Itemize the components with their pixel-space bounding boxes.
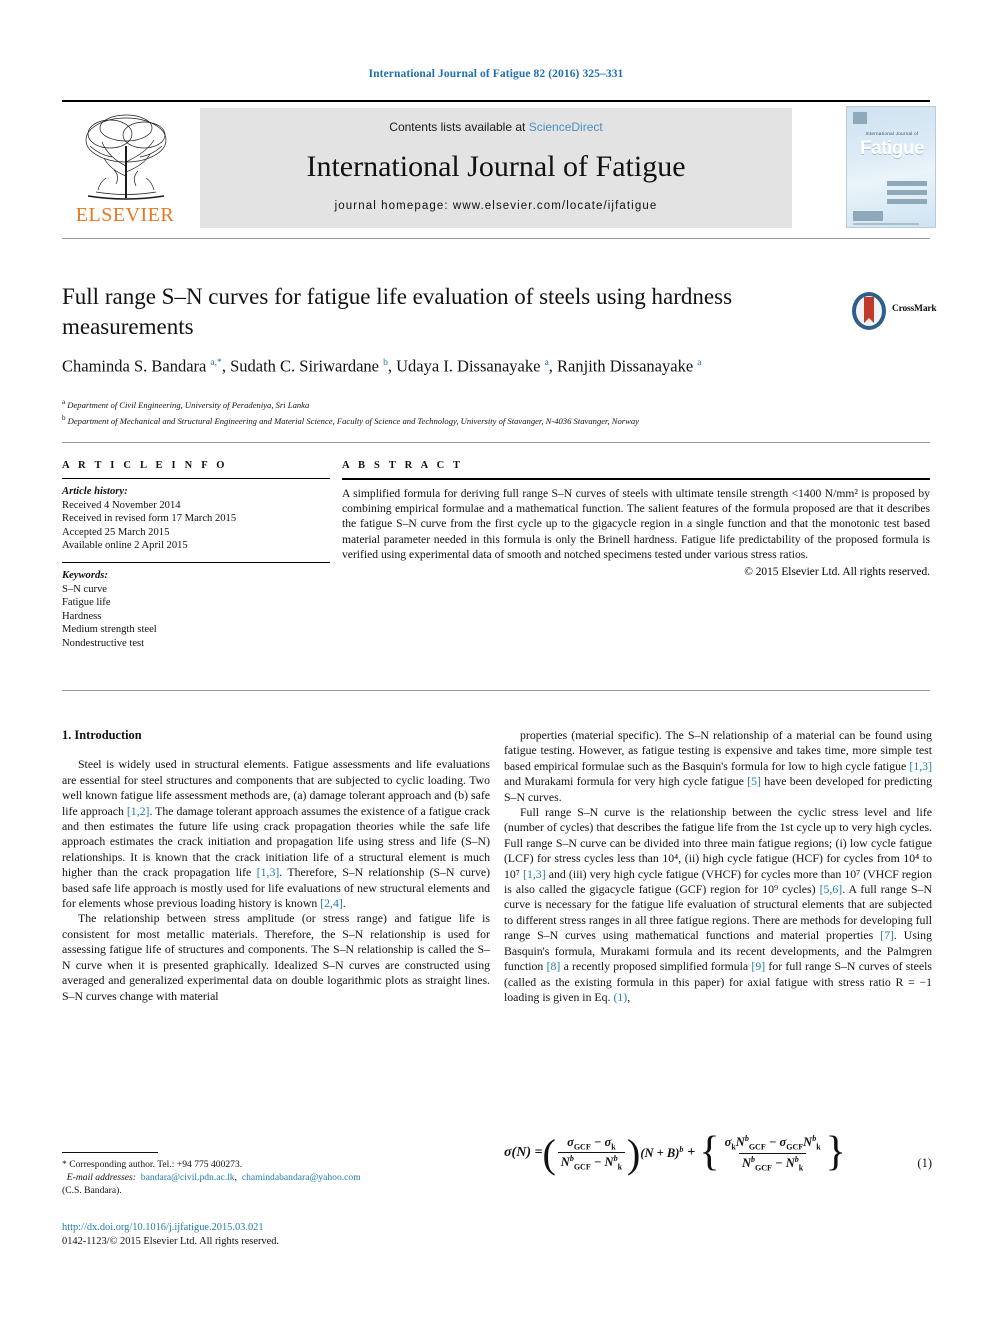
doi-link[interactable]: http://dx.doi.org/10.1016/j.ijfatigue.20… [62,1221,490,1235]
paragraph: Steel is widely used in structural eleme… [62,757,491,911]
fraction-2-numerator: σkNbGCF − σGCFNbk [724,1134,821,1152]
history-item: Received in revised form 17 March 2015 [62,513,237,525]
journal-cover-thumbnail: International Journal of Fatigue [846,106,936,228]
history-item: Received 4 November 2014 [62,499,181,511]
article-info-column: A R T I C L E I N F O Article history: R… [62,460,330,651]
crossmark-badge[interactable]: CrossMark [852,292,937,332]
cover-title: Fatigue [859,138,925,159]
body-column-right: properties (material specific). The S–N … [504,728,932,1005]
keyword-item: S–N curve [62,583,108,595]
body-column-left: 1. Introduction Steel is widely used in … [62,728,490,1004]
issn-copyright: 0142-1123/© 2015 Elsevier Ltd. All right… [62,1236,280,1247]
cover-publisher-mark-icon [853,112,867,124]
article-history-label: Article history: [62,486,128,497]
email-address-1[interactable]: bandara@civil.pdn.ac.lk [141,1172,235,1183]
keywords-block: Keywords: S–N curve Fatigue life Hardnes… [62,569,330,651]
journal-homepage[interactable]: journal homepage: www.elsevier.com/locat… [200,200,792,212]
body-top-rule [62,690,930,691]
cover-footer-logo-icon [853,211,883,221]
journal-masthead: ELSEVIER Contents lists available at Sci… [62,106,936,230]
corresponding-author-note: * Corresponding author. Tel.: +94 775 40… [62,1159,243,1170]
sciencedirect-link[interactable]: ScienceDirect [529,120,603,134]
header-rule [62,100,930,102]
fraction-1-numerator: σGCF − σk [567,1134,616,1152]
paragraph: Full range S–N curve is the relationship… [504,805,933,1004]
footnote-block: * Corresponding author. Tel.: +94 775 40… [62,1158,490,1198]
article-info-heading: A R T I C L E I N F O [62,460,228,471]
equation-plus: + [687,1145,696,1161]
email-owner: (C.S. Bandara). [62,1185,122,1197]
paren-close: ) [627,1130,641,1176]
cover-subtitle: International Journal of [865,131,919,136]
equation-lhs: σ(N) = [504,1145,543,1161]
keyword-item: Hardness [62,610,102,622]
abstract-rule [342,478,930,480]
section-heading-introduction: 1. Introduction [62,728,142,742]
crossmark-ring-icon [852,292,886,330]
cover-bar-1 [887,181,927,186]
fraction-1: σGCF − σk NbGCF − Nbk [556,1135,627,1172]
elsevier-wordmark: ELSEVIER [75,204,175,226]
keyword-item: Nondestructive test [62,637,145,649]
abstract-heading: A B S T R A C T [342,460,464,471]
abstract-copyright: © 2015 Elsevier Ltd. All rights reserved… [744,566,930,579]
elsevier-tree-icon [85,114,167,200]
paragraph: The relationship between stress amplitud… [62,911,490,1003]
paragraph: properties (material specific). The S–N … [504,728,932,804]
history-item: Accepted 25 March 2015 [62,526,170,538]
cover-footer-line [853,223,919,225]
contents-prefix: Contents lists available at [389,120,529,134]
footnote-rule [62,1152,158,1153]
crossmark-ribbon-icon [864,297,874,323]
keyword-item: Medium strength steel [62,624,157,636]
email-label: E-mail addresses: [66,1172,136,1184]
fraction-1-denominator: NbGCF − Nbk [557,1152,626,1172]
article-history: Article history: Received 4 November 201… [62,485,330,553]
paper-page: International Journal of Fatigue 82 (201… [0,0,992,1323]
cover-bar-2 [887,190,927,195]
masthead-banner: Contents lists available at ScienceDirec… [200,108,792,228]
brace-close: } [825,1129,846,1176]
info-top-rule [62,442,930,443]
fraction-2-denominator: NbGCF − Nbk [739,1152,807,1172]
keywords-label: Keywords: [62,569,108,581]
paren-open: ( [542,1130,556,1176]
keywords-rule [62,561,330,563]
affiliations: a Department of Civil Engineering, Unive… [62,396,930,428]
affiliation-b: b Department of Mechanical and Structura… [62,413,639,426]
running-head: International Journal of Fatigue 82 (201… [368,68,624,80]
equation-expression: σ(N) = ( σGCF − σk NbGCF − Nbk ) (N + B)… [504,1129,932,1176]
cover-bar-3 [887,199,927,204]
equation-1: σ(N) = ( σGCF − σk NbGCF − Nbk ) (N + B)… [504,1129,932,1176]
elsevier-logo: ELSEVIER [62,106,190,230]
email-address-2[interactable]: chamindabandara@yahoo.com [242,1172,361,1183]
affiliation-a: a Department of Civil Engineering, Unive… [62,398,310,410]
history-item: Available online 2 April 2015 [62,540,188,552]
journal-title: International Journal of Fatigue [306,150,686,183]
author-list: Chaminda S. Bandara a,*, Sudath C. Siriw… [62,356,702,376]
masthead-bottom-rule [62,238,930,239]
fraction-2: σkNbGCF − σGCFNbk NbGCF − Nbk [720,1134,826,1172]
contents-line: Contents lists available at ScienceDirec… [200,120,792,134]
page-title: Full range S–N curves for fatigue life e… [62,284,733,339]
equation-middle-term: (N + B)b [640,1145,684,1161]
abstract-column: A B S T R A C T A simplified formula for… [342,460,930,578]
article-info-rule [62,478,330,479]
keyword-item: Fatigue life [62,597,111,609]
abstract-text: A simplified formula for deriving full r… [342,487,930,561]
equation-number: (1) [917,1156,932,1170]
email-line: E-mail addresses: bandara@civil.pdn.ac.l… [66,1172,361,1184]
brace-open: { [699,1129,720,1176]
crossmark-label: CrossMark [892,304,937,314]
